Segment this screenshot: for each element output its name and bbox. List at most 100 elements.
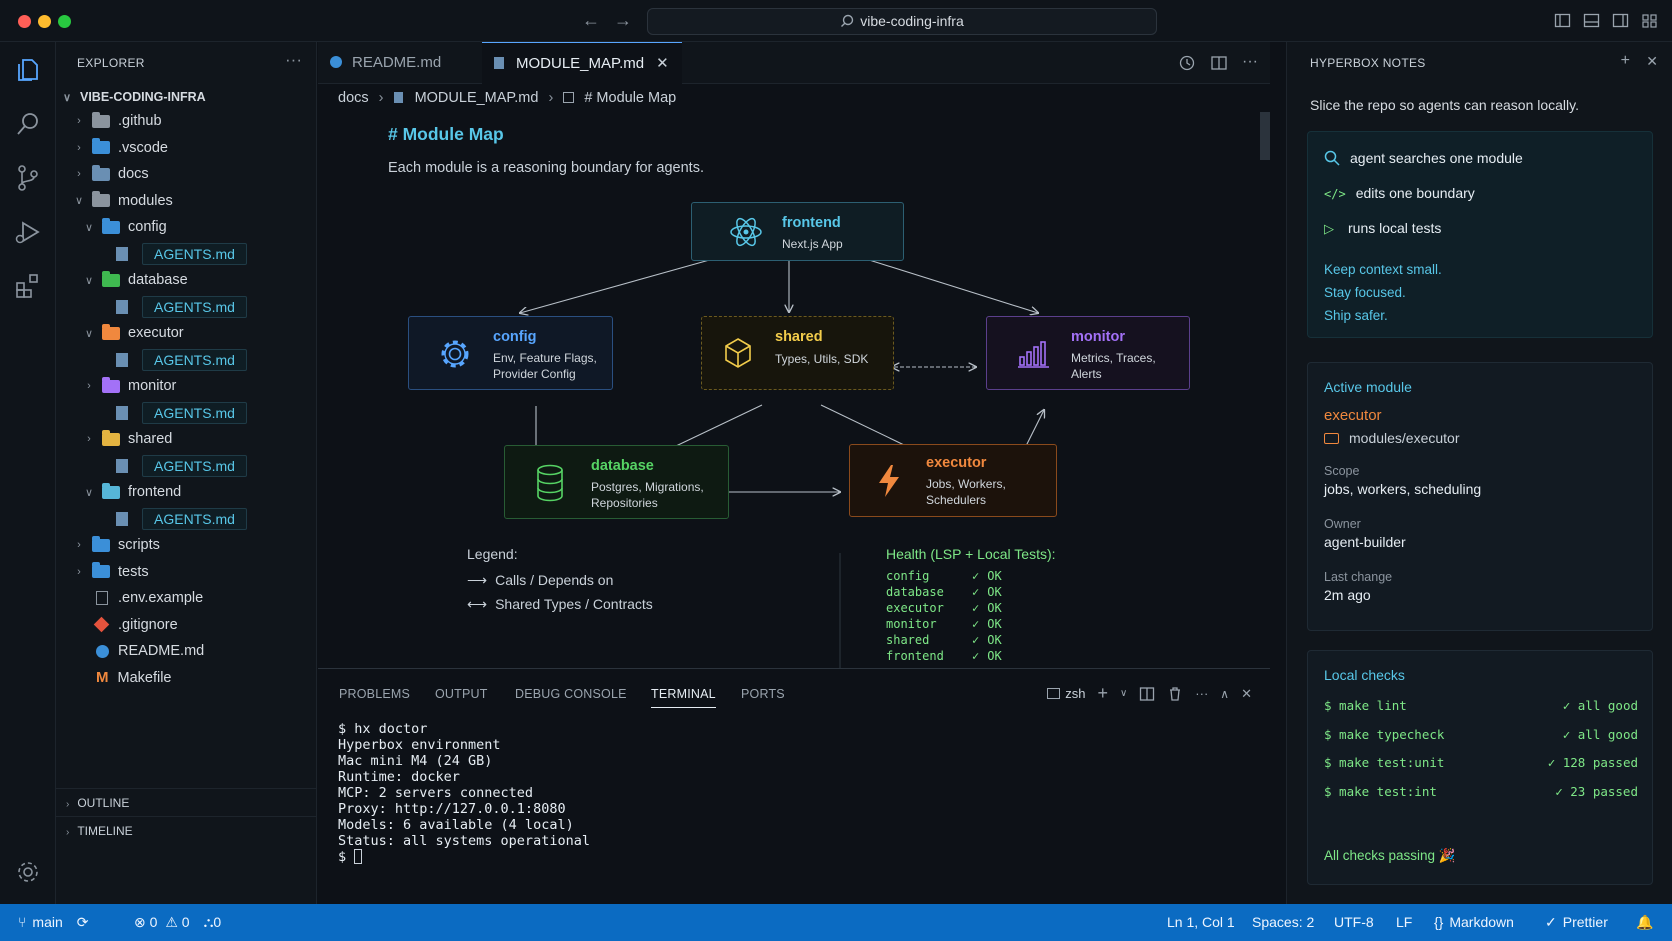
tree-item-label: AGENTS.md — [142, 242, 247, 265]
terminal-shell[interactable]: zsh — [1047, 686, 1085, 701]
info-icon — [96, 644, 109, 658]
explorer-icon[interactable] — [14, 56, 42, 84]
maximize-panel-icon[interactable]: ∧ — [1220, 687, 1229, 701]
tab-ports[interactable]: PORTS — [741, 687, 785, 701]
tree-item-database-agents[interactable]: AGENTS.md — [56, 294, 317, 321]
settings-gear-icon[interactable] — [14, 858, 42, 886]
run-debug-icon[interactable] — [14, 218, 42, 246]
node-monitor[interactable]: monitor Metrics, Traces, Alerts — [986, 316, 1190, 390]
branch-indicator[interactable]: ⑂ main ⟳ — [18, 914, 89, 931]
breadcrumb-docs[interactable]: docs — [338, 90, 369, 106]
node-executor[interactable]: executor Jobs, Workers, Schedulers — [849, 444, 1057, 517]
language-mode[interactable]: {} Markdown — [1434, 914, 1514, 930]
minimize-window-button[interactable] — [38, 15, 51, 28]
new-terminal-icon[interactable]: + — [1097, 683, 1108, 704]
close-icon[interactable]: ✕ — [1646, 53, 1658, 70]
tree-item-scripts[interactable]: › scripts — [56, 532, 317, 559]
tab-readme[interactable]: README.md — [318, 42, 482, 84]
tree-item-github[interactable]: › .github — [56, 108, 317, 135]
chevron-down-icon: ∨ — [62, 91, 72, 104]
end-of-line[interactable]: LF — [1396, 914, 1412, 930]
tree-item-database[interactable]: ∨ database — [56, 267, 317, 294]
timeline-section[interactable]: › TIMELINE — [56, 816, 317, 844]
tree-item-monitor-agents[interactable]: AGENTS.md — [56, 400, 317, 427]
node-config[interactable]: config Env, Feature Flags, Provider Confi… — [408, 316, 613, 390]
check-icon: ✓ — [972, 569, 980, 583]
pin-icon[interactable]: + — [1621, 52, 1630, 70]
indentation[interactable]: Spaces: 2 — [1252, 914, 1314, 930]
tree-item-makefile[interactable]: M Makefile — [56, 665, 317, 692]
tab-problems[interactable]: PROBLEMS — [339, 687, 410, 701]
close-panel-icon[interactable]: ✕ — [1241, 686, 1252, 702]
split-terminal-icon[interactable] — [1139, 686, 1155, 702]
bottom-panel: PROBLEMS OUTPUT DEBUG CONSOLE TERMINAL P… — [318, 668, 1270, 904]
zoom-window-button[interactable] — [58, 15, 71, 28]
terminal-prompt[interactable]: $ — [338, 849, 363, 865]
tree-item-env-example[interactable]: .env.example — [56, 585, 317, 612]
node-shared[interactable]: shared Types, Utils, SDK — [701, 316, 894, 390]
step-label: edits one boundary — [1355, 185, 1475, 201]
tab-module-map[interactable]: MODULE_MAP.md ✕ — [482, 42, 682, 84]
formatter[interactable]: ✓ Prettier — [1545, 914, 1608, 931]
terminal-output[interactable]: $ hx doctor Hyperbox environment Mac mini … — [338, 721, 590, 849]
explorer-title: EXPLORER — [77, 56, 145, 70]
more-actions-icon[interactable]: ··· — [1242, 54, 1258, 72]
back-arrow-icon[interactable]: ← — [582, 10, 614, 30]
customize-layout-icon[interactable] — [1641, 12, 1658, 29]
problems-indicator[interactable]: ⊗ 0 ⚠ 0 ⛬0 — [134, 914, 221, 931]
bar-chart-icon — [1018, 341, 1049, 368]
tree-item-docs[interactable]: › docs — [56, 161, 317, 188]
chevron-down-icon[interactable]: ∨ — [1120, 688, 1127, 699]
step-search: agent searches one module — [1324, 150, 1523, 166]
step-label: agent searches one module — [1350, 150, 1523, 166]
workspace-root[interactable]: ∨ VIBE-CODING-INFRA — [56, 84, 206, 111]
close-tab-icon[interactable]: ✕ — [656, 55, 669, 72]
node-desc-line: Env, Feature Flags, — [493, 351, 597, 365]
toggle-panel-icon[interactable] — [1583, 12, 1600, 29]
tree-item-vscode[interactable]: › .vscode — [56, 135, 317, 162]
tree-item-executor-agents[interactable]: AGENTS.md — [56, 347, 317, 374]
forward-arrow-icon[interactable]: → — [614, 10, 646, 30]
tree-item-frontend-agents[interactable]: AGENTS.md — [56, 506, 317, 533]
node-title: shared — [775, 329, 823, 345]
tab-debug-console[interactable]: DEBUG CONSOLE — [515, 687, 627, 701]
tree-item-gitignore[interactable]: .gitignore — [56, 612, 317, 639]
trash-icon[interactable] — [1167, 686, 1183, 702]
tree-item-tests[interactable]: › tests — [56, 559, 317, 586]
tree-item-config-agents[interactable]: AGENTS.md — [56, 241, 317, 268]
node-frontend[interactable]: frontend Next.js App — [691, 202, 904, 261]
tree-item-label: database — [128, 272, 188, 289]
more-actions-icon[interactable]: ··· — [285, 50, 302, 70]
breadcrumb-symbol[interactable]: # Module Map — [584, 90, 676, 106]
search-icon[interactable] — [14, 110, 42, 138]
terminal-line: Hyperbox environment — [338, 737, 501, 753]
terminal-line: Models: 6 available (4 local) — [338, 817, 574, 833]
toggle-primary-sidebar-icon[interactable] — [1554, 12, 1571, 29]
tab-output[interactable]: OUTPUT — [435, 687, 488, 701]
breadcrumb-file[interactable]: MODULE_MAP.md — [415, 90, 539, 106]
tree-item-modules[interactable]: ∨ modules — [56, 188, 317, 215]
tree-item-frontend[interactable]: ∨ frontend — [56, 479, 317, 506]
tree-item-monitor[interactable]: › monitor — [56, 373, 317, 400]
command-center-search[interactable]: vibe-coding-infra — [647, 8, 1157, 35]
active-module-path[interactable]: modules/executor — [1324, 430, 1460, 446]
history-icon[interactable] — [1178, 54, 1196, 72]
node-database[interactable]: database Postgres, Migrations, Repositori… — [504, 445, 729, 519]
source-control-icon[interactable] — [14, 164, 42, 192]
extensions-icon[interactable] — [14, 272, 42, 300]
tree-item-shared-agents[interactable]: AGENTS.md — [56, 453, 317, 480]
tree-item-shared[interactable]: › shared — [56, 426, 317, 453]
toggle-secondary-sidebar-icon[interactable] — [1612, 12, 1629, 29]
chevron-right-icon: › — [378, 90, 384, 106]
tree-item-config[interactable]: ∨ config — [56, 214, 317, 241]
bell-icon[interactable]: 🔔 — [1636, 914, 1653, 931]
encoding[interactable]: UTF-8 — [1334, 914, 1374, 930]
tree-item-readme[interactable]: README.md — [56, 638, 317, 665]
tab-terminal[interactable]: TERMINAL — [651, 687, 716, 708]
more-actions-icon[interactable]: ··· — [1195, 686, 1208, 701]
close-window-button[interactable] — [18, 15, 31, 28]
cursor-position[interactable]: Ln 1, Col 1 — [1167, 914, 1235, 930]
tree-item-executor[interactable]: ∨ executor — [56, 320, 317, 347]
split-editor-icon[interactable] — [1210, 54, 1228, 72]
outline-section[interactable]: › OUTLINE — [56, 788, 317, 816]
